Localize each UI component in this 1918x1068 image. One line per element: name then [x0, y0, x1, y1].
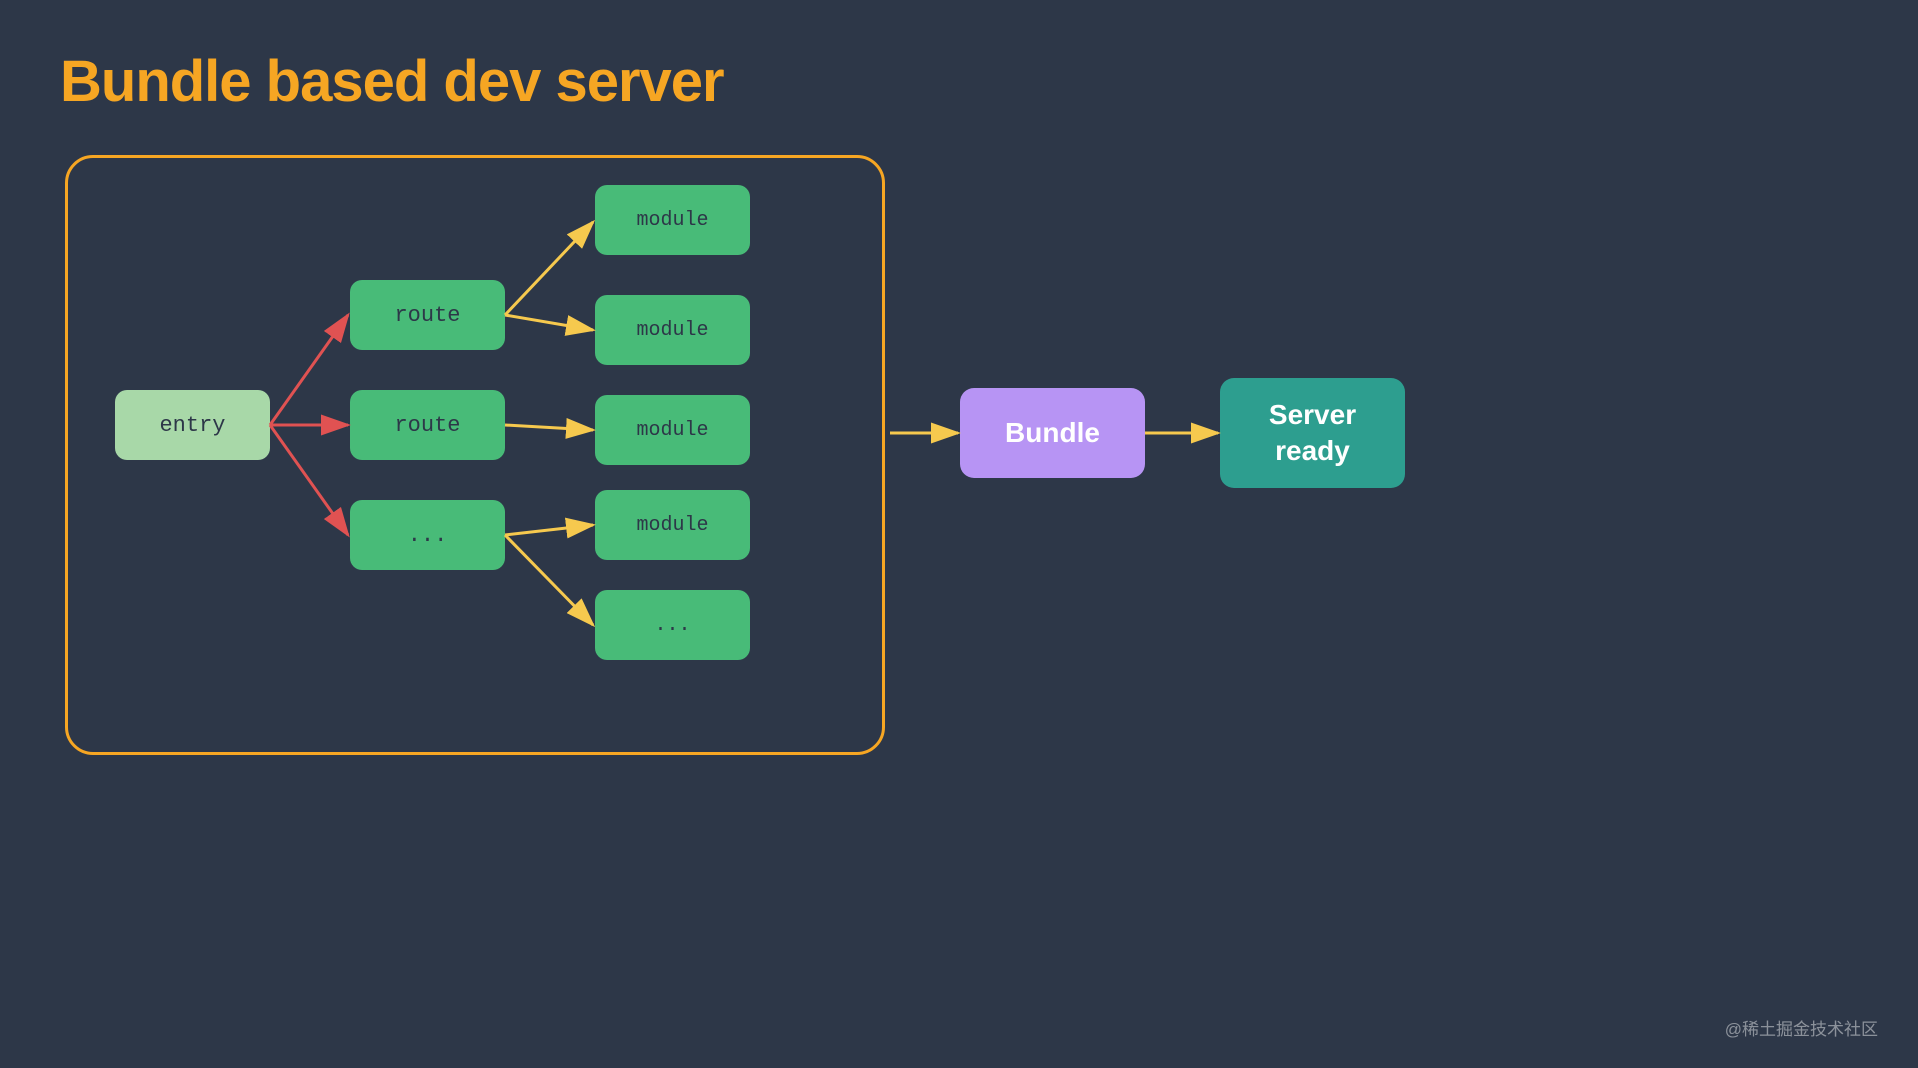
watermark: @稀土掘金技术社区 — [1725, 1015, 1878, 1040]
node-route2: route — [350, 390, 505, 460]
node-server-ready: Serverready — [1220, 378, 1405, 488]
node-dots-module: ... — [595, 590, 750, 660]
page-title: Bundle based dev server — [60, 48, 724, 115]
node-module3: module — [595, 395, 750, 465]
node-bundle: Bundle — [960, 388, 1145, 478]
node-module4: module — [595, 490, 750, 560]
node-entry: entry — [115, 390, 270, 460]
node-module1: module — [595, 185, 750, 255]
server-ready-text: Serverready — [1269, 397, 1356, 470]
node-route1: route — [350, 280, 505, 350]
node-dots-route: ... — [350, 500, 505, 570]
node-module2: module — [595, 295, 750, 365]
